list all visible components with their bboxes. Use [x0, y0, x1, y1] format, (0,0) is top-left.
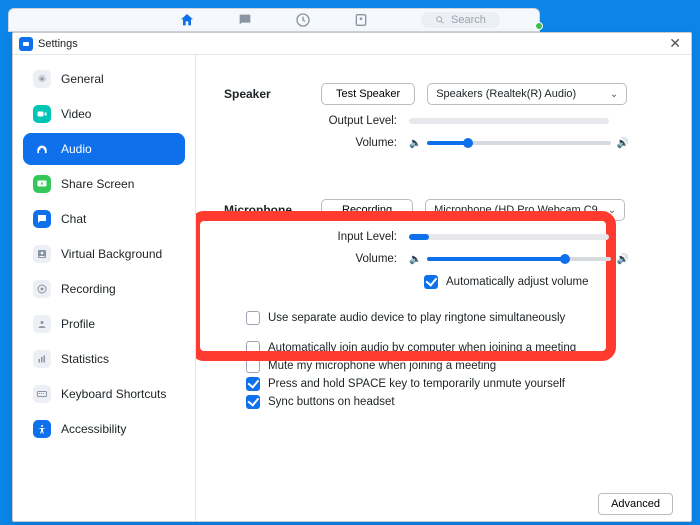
opt-label: Automatically join audio by computer whe… [268, 342, 576, 354]
opt-label: Use separate audio device to play ringto… [268, 312, 565, 324]
microphone-label: Microphone [224, 203, 309, 217]
opt-label: Sync buttons on headset [268, 396, 395, 408]
home-icon[interactable] [179, 11, 195, 29]
headphones-icon [33, 140, 51, 158]
sidebar-item-statistics[interactable]: Statistics [23, 343, 185, 375]
input-level-meter [409, 234, 609, 240]
sidebar: General Video Audio Share Screen Chat Vi… [13, 55, 196, 521]
test-mic-button[interactable]: Recording [321, 199, 413, 221]
chevron-down-icon: ⌄ [610, 89, 618, 100]
search-placeholder: Search [451, 14, 486, 26]
settings-window: Settings ✕ General Video Audio Share Scr… [12, 32, 692, 522]
parent-app-toolbar: Search [8, 8, 540, 32]
speaker-volume-label: Volume: [224, 137, 409, 149]
opt-space-unmute-checkbox[interactable] [246, 377, 260, 391]
sidebar-item-share-screen[interactable]: Share Screen [23, 168, 185, 200]
audio-settings-panel: Speaker Test Speaker Speakers (Realtek(R… [196, 55, 691, 521]
sidebar-item-label: Video [61, 107, 91, 121]
sidebar-item-audio[interactable]: Audio [23, 133, 185, 165]
sidebar-item-label: Virtual Background [61, 247, 162, 261]
sidebar-item-label: Profile [61, 317, 95, 331]
recording-icon [33, 280, 51, 298]
opt-separate-ringtone-checkbox[interactable] [246, 311, 260, 325]
clock-icon[interactable] [295, 11, 311, 29]
speaker-label: Speaker [224, 87, 309, 101]
speaker-device-value: Speakers (Realtek(R) Audio) [436, 88, 576, 100]
window-title: Settings [38, 38, 78, 50]
titlebar: Settings ✕ [13, 33, 691, 55]
sidebar-item-video[interactable]: Video [23, 98, 185, 130]
output-level-label: Output Level: [224, 115, 409, 127]
accessibility-icon [33, 420, 51, 438]
auto-adjust-volume-label: Automatically adjust volume [446, 276, 589, 288]
opt-mute-on-join-checkbox[interactable] [246, 359, 260, 373]
sidebar-item-profile[interactable]: Profile [23, 308, 185, 340]
gear-icon [33, 70, 51, 88]
chevron-down-icon: ⌄ [608, 205, 616, 216]
sidebar-item-general[interactable]: General [23, 63, 185, 95]
volume-high-icon: 🔊 [617, 138, 629, 149]
sidebar-item-accessibility[interactable]: Accessibility [23, 413, 185, 445]
test-speaker-button[interactable]: Test Speaker [321, 83, 415, 105]
microphone-row: Microphone Recording Microphone (HD Pro … [224, 199, 671, 221]
keyboard-icon [33, 385, 51, 403]
sidebar-item-keyboard-shortcuts[interactable]: Keyboard Shortcuts [23, 378, 185, 410]
sidebar-item-label: Share Screen [61, 177, 134, 191]
contacts-icon[interactable] [353, 11, 369, 29]
opt-auto-join-audio-checkbox[interactable] [246, 341, 260, 355]
speaker-device-dropdown[interactable]: Speakers (Realtek(R) Audio) ⌄ [427, 83, 627, 105]
opt-sync-headset-checkbox[interactable] [246, 395, 260, 409]
statistics-icon [33, 350, 51, 368]
output-level-meter [409, 118, 609, 124]
speaker-volume-slider[interactable] [427, 141, 610, 145]
sidebar-item-label: Recording [61, 282, 116, 296]
microphone-device-value: Microphone (HD Pro Webcam C9... [434, 204, 607, 216]
opt-label: Press and hold SPACE key to temporarily … [268, 378, 565, 390]
auto-adjust-volume-checkbox[interactable] [424, 275, 438, 289]
volume-high-icon: 🔊 [617, 254, 629, 265]
opt-label: Mute my microphone when joining a meetin… [268, 360, 496, 372]
close-icon[interactable]: ✕ [665, 35, 685, 52]
sidebar-item-chat[interactable]: Chat [23, 203, 185, 235]
sidebar-item-recording[interactable]: Recording [23, 273, 185, 305]
sidebar-item-label: Keyboard Shortcuts [61, 387, 166, 401]
sidebar-item-virtual-background[interactable]: Virtual Background [23, 238, 185, 270]
sidebar-item-label: Statistics [61, 352, 109, 366]
share-screen-icon [33, 175, 51, 193]
virtual-background-icon [33, 245, 51, 263]
sidebar-item-label: Accessibility [61, 422, 126, 436]
app-icon [19, 37, 33, 51]
input-level-label: Input Level: [224, 231, 409, 243]
advanced-button[interactable]: Advanced [598, 493, 673, 515]
sidebar-item-label: General [61, 72, 104, 86]
microphone-device-dropdown[interactable]: Microphone (HD Pro Webcam C9... ⌄ [425, 199, 625, 221]
chat-icon[interactable] [237, 11, 253, 29]
chat-bubble-icon [33, 210, 51, 228]
volume-low-icon: 🔈 [409, 254, 421, 265]
volume-low-icon: 🔈 [409, 138, 421, 149]
profile-icon [33, 315, 51, 333]
search-box[interactable]: Search [421, 12, 500, 28]
speaker-row: Speaker Test Speaker Speakers (Realtek(R… [224, 83, 671, 105]
microphone-volume-label: Volume: [224, 253, 409, 265]
microphone-volume-slider[interactable] [427, 257, 610, 261]
sidebar-item-label: Audio [61, 142, 92, 156]
video-icon [33, 105, 51, 123]
sidebar-item-label: Chat [61, 212, 86, 226]
